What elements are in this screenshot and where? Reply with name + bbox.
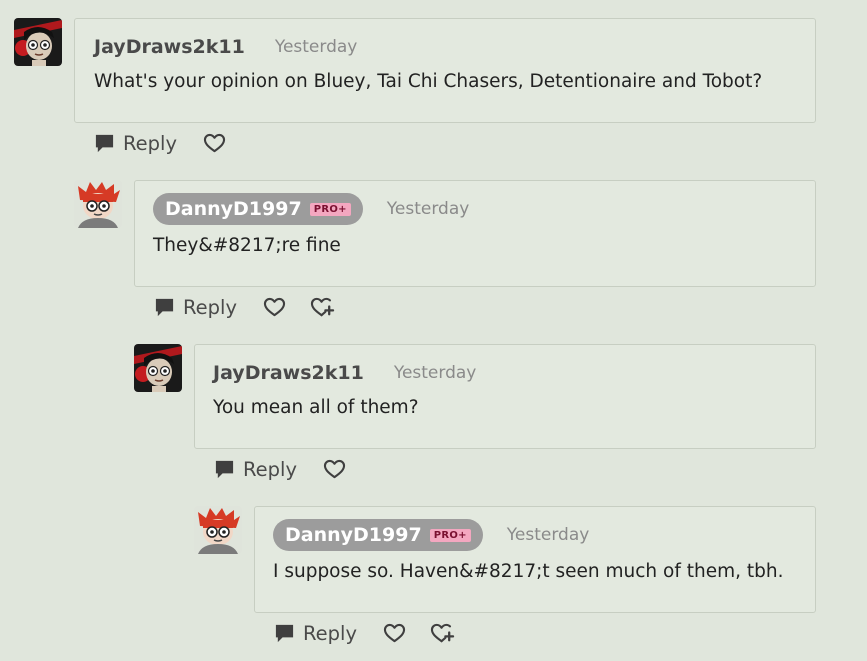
timestamp[interactable]: Yesterday [507, 525, 590, 545]
speech-bubble-icon [94, 133, 115, 154]
timestamp[interactable]: Yesterday [394, 363, 477, 383]
favorite-button[interactable] [203, 133, 226, 154]
reply-label: Reply [243, 457, 298, 481]
comment-text: They&#8217;re fine [153, 235, 341, 256]
heart-icon [263, 297, 286, 318]
username-pill[interactable]: DannyD1997 PRO+ [153, 193, 363, 225]
avatar[interactable] [74, 180, 122, 228]
username-link[interactable]: JayDraws2k11 [213, 362, 364, 384]
comment-text: I suppose so. Haven&#8217;t seen much of… [273, 561, 784, 582]
pro-badge: PRO+ [429, 528, 471, 542]
reply-button[interactable]: Reply [154, 296, 237, 319]
reply-button[interactable]: Reply [94, 132, 177, 155]
give-llama-button[interactable] [310, 296, 335, 319]
heart-plus-icon [310, 296, 335, 319]
jaydraws-avatar-icon [14, 18, 62, 66]
reply-button[interactable]: Reply [274, 622, 357, 645]
reply-label: Reply [183, 295, 238, 319]
heart-plus-icon [430, 622, 455, 645]
heart-icon [323, 459, 346, 480]
favorite-button[interactable] [263, 297, 286, 318]
speech-bubble-icon [274, 623, 295, 644]
reply-button[interactable]: Reply [214, 458, 297, 481]
dannyd-avatar-icon [194, 506, 242, 554]
username-link[interactable]: JayDraws2k11 [94, 36, 245, 58]
jaydraws-avatar-icon [134, 344, 182, 392]
speech-bubble-icon [214, 459, 235, 480]
pro-badge: PRO+ [309, 202, 351, 216]
comment-text: You mean all of them? [213, 397, 419, 418]
username-link[interactable]: DannyD1997 [285, 524, 422, 546]
reply-label: Reply [123, 131, 178, 155]
username-link[interactable]: DannyD1997 [165, 198, 302, 220]
avatar[interactable] [194, 506, 242, 554]
heart-icon [203, 133, 226, 154]
timestamp[interactable]: Yesterday [275, 37, 358, 57]
favorite-button[interactable] [323, 459, 346, 480]
give-llama-button[interactable] [430, 622, 455, 645]
username-pill[interactable]: DannyD1997 PRO+ [273, 519, 483, 551]
heart-icon [383, 623, 406, 644]
favorite-button[interactable] [383, 623, 406, 644]
timestamp[interactable]: Yesterday [387, 199, 470, 219]
comment-text: What's your opinion on Bluey, Tai Chi Ch… [94, 71, 763, 92]
avatar[interactable] [134, 344, 182, 392]
dannyd-avatar-icon [74, 180, 122, 228]
speech-bubble-icon [154, 297, 175, 318]
reply-label: Reply [303, 621, 358, 645]
avatar[interactable] [14, 18, 62, 66]
